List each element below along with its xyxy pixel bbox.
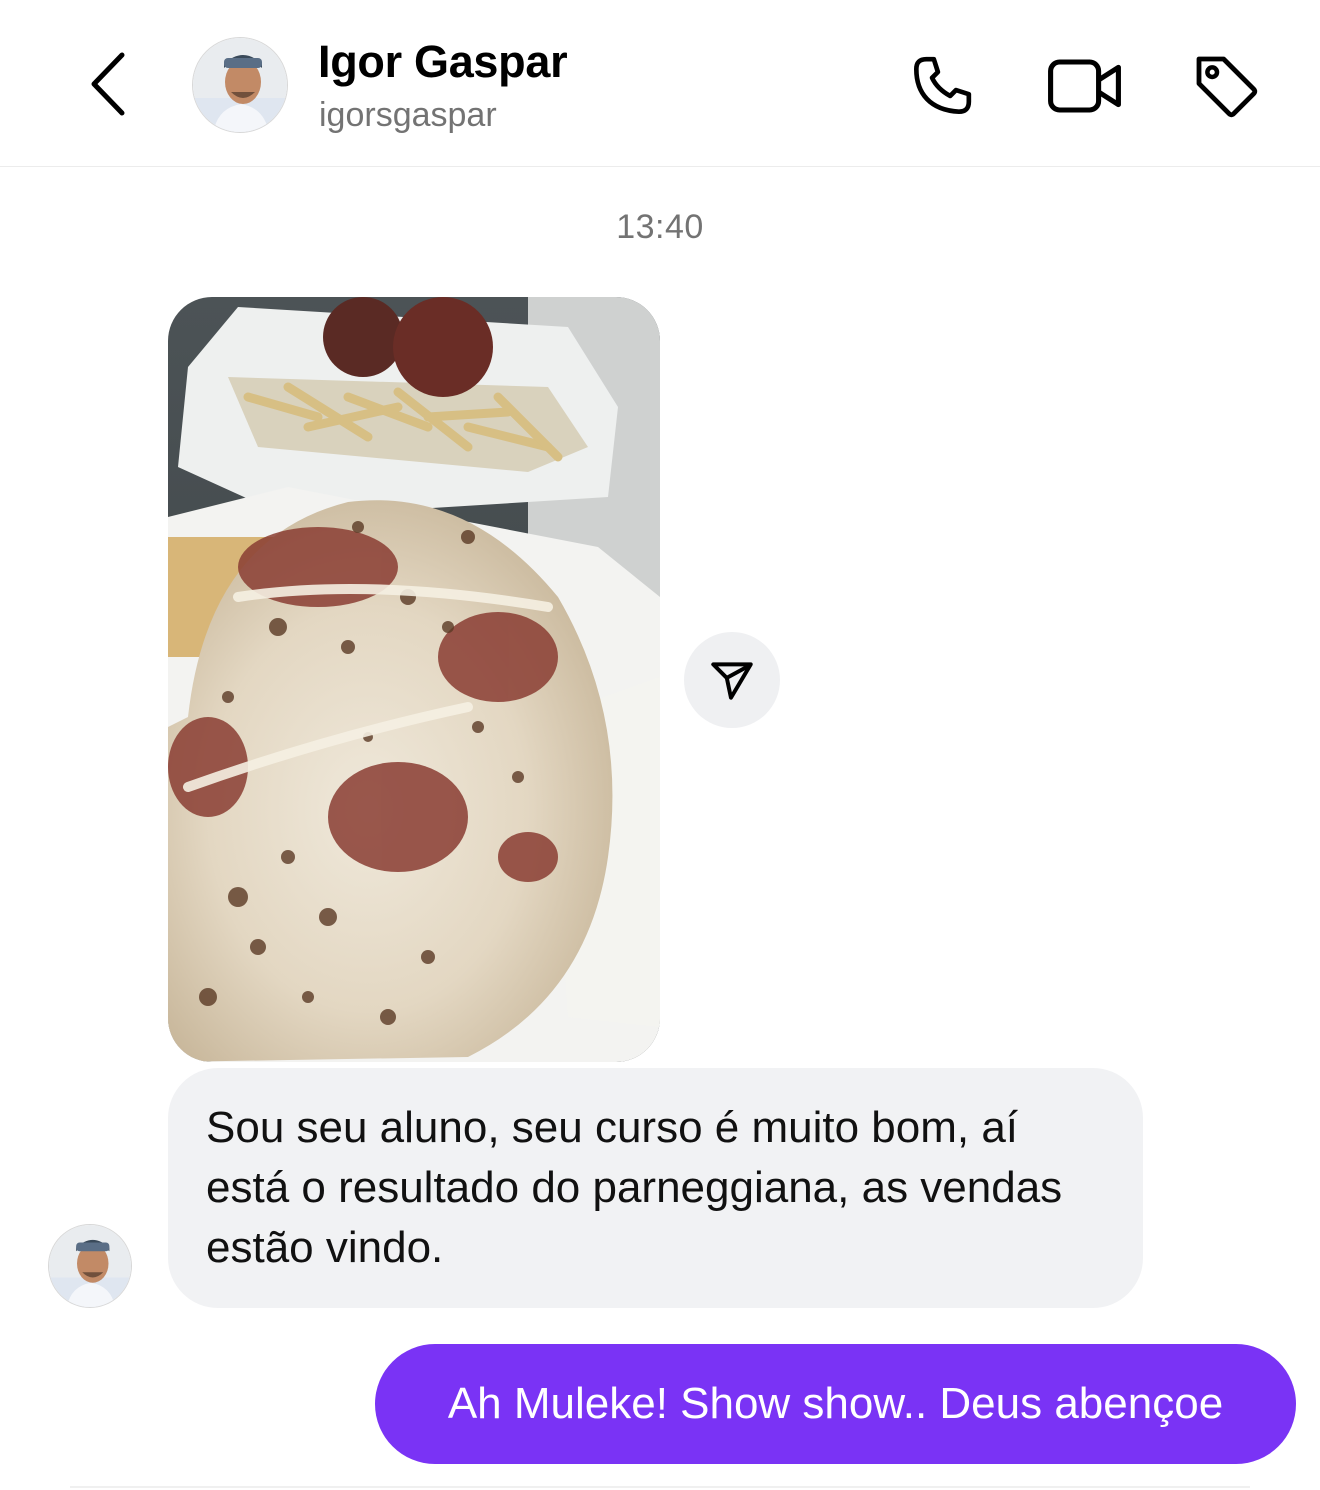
sent-message-text: Ah Muleke! Show show.. Deus abençoe xyxy=(447,1379,1224,1428)
avatar[interactable] xyxy=(192,37,288,133)
video-camera-icon xyxy=(1048,59,1121,113)
video-call-button[interactable] xyxy=(1046,46,1126,126)
share-photo-button[interactable] xyxy=(684,632,780,728)
chat-screen: Igor Gaspar igorsgaspar 13:40 Sou seu al… xyxy=(0,0,1320,1490)
sender-avatar[interactable] xyxy=(48,1224,132,1308)
tag-button[interactable] xyxy=(1186,46,1266,126)
chat-header: Igor Gaspar igorsgaspar xyxy=(0,0,1320,167)
share-send-icon xyxy=(711,662,753,700)
call-button[interactable] xyxy=(902,46,982,126)
message-timestamp: 13:40 xyxy=(616,208,704,246)
back-button[interactable] xyxy=(78,48,138,120)
back-chevron-icon xyxy=(91,52,125,116)
photo-message[interactable] xyxy=(168,297,660,1062)
received-message-bubble[interactable]: Sou seu aluno, seu curso é muito bom, aí… xyxy=(168,1068,1143,1308)
sent-message-bubble[interactable]: Ah Muleke! Show show.. Deus abençoe xyxy=(375,1344,1296,1464)
contact-name[interactable]: Igor Gaspar xyxy=(318,36,568,88)
divider xyxy=(70,1486,1250,1488)
contact-username: igorsgaspar xyxy=(319,96,497,134)
phone-icon xyxy=(914,56,972,114)
tag-icon xyxy=(1196,56,1258,118)
received-message-text: Sou seu aluno, seu curso é muito bom, aí… xyxy=(206,1103,1063,1272)
